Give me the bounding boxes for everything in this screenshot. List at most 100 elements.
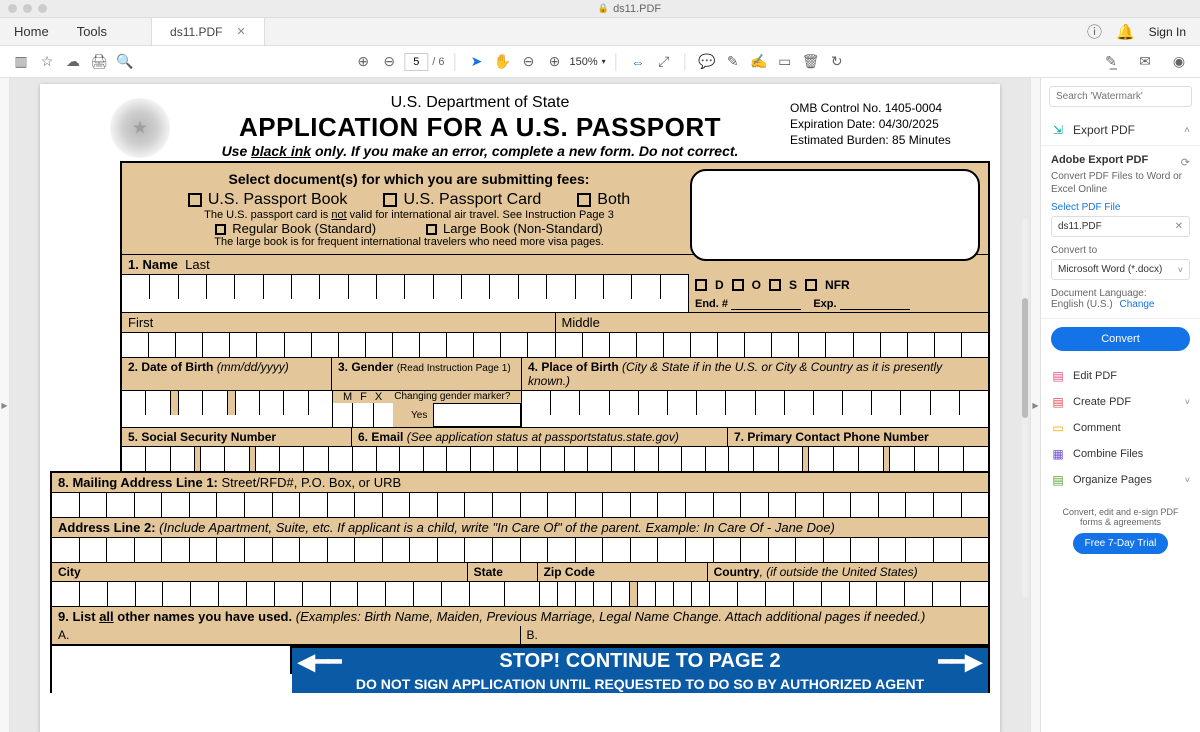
status-column: D O S NFR End. # Exp. bbox=[688, 274, 988, 312]
right-rail-collapse-icon[interactable]: ▶ bbox=[1032, 401, 1038, 410]
comment-tool[interactable]: ▭Comment bbox=[1041, 415, 1200, 441]
window-title: ds11.PDF bbox=[613, 3, 661, 15]
rotate-icon[interactable]: ↻ bbox=[826, 51, 848, 73]
address1-cells[interactable] bbox=[52, 492, 988, 517]
label-9b: B. bbox=[521, 626, 989, 644]
large-book-note: The large book is for frequent internati… bbox=[130, 236, 688, 248]
last-name-cells[interactable] bbox=[122, 274, 688, 299]
panel-footer: Convert, edit and e-sign PDF forms & agr… bbox=[1041, 497, 1200, 564]
address2-cells[interactable] bbox=[52, 537, 988, 562]
page-number-input[interactable] bbox=[404, 53, 428, 71]
tab-label: ds11.PDF bbox=[170, 25, 222, 39]
edit-pdf-tool[interactable]: ▤Edit PDF bbox=[1041, 363, 1200, 389]
notification-bell-icon[interactable]: 🔔 bbox=[1116, 23, 1135, 41]
both-checkbox[interactable]: Both bbox=[577, 191, 630, 209]
zoom-in-icon[interactable]: ⊕ bbox=[544, 51, 566, 73]
passport-book-checkbox[interactable]: U.S. Passport Book bbox=[188, 191, 348, 209]
sign-icon[interactable]: ✍ bbox=[748, 51, 770, 73]
menu-tools[interactable]: Tools bbox=[63, 18, 121, 45]
pointer-icon[interactable]: ➤ bbox=[466, 51, 488, 73]
hand-icon[interactable]: ✋ bbox=[492, 51, 514, 73]
change-language-link[interactable]: Change bbox=[1119, 299, 1154, 310]
sign-in-link[interactable]: Sign In bbox=[1149, 25, 1186, 39]
zip-cells[interactable] bbox=[539, 582, 709, 606]
profile-icon[interactable]: ◉ bbox=[1168, 51, 1190, 73]
country-cells[interactable] bbox=[709, 582, 988, 606]
maximize-window-dot[interactable] bbox=[38, 4, 47, 13]
field-3-gender: 3. Gender (Read Instruction Page 1) bbox=[332, 358, 522, 390]
delete-icon[interactable]: 🗑 bbox=[800, 51, 822, 73]
document-viewport[interactable]: U.S. Department of State APPLICATION FOR… bbox=[10, 78, 1030, 732]
chevron-up-icon: ˄ bbox=[1184, 125, 1190, 136]
state-dept-seal-icon bbox=[110, 98, 170, 158]
page-up-icon[interactable]: ⊕ bbox=[352, 51, 374, 73]
form-title: APPLICATION FOR A U.S. PASSPORT bbox=[170, 112, 790, 143]
document-tab[interactable]: ds11.PDF ✕ bbox=[151, 18, 265, 45]
sidebar-toggle-icon[interactable]: ▥ bbox=[10, 51, 32, 73]
field-9-other-names: 9. List all other names you have used. (… bbox=[52, 606, 988, 626]
chevron-down-icon: ˅ bbox=[1185, 475, 1190, 485]
search-icon[interactable]: 🔍 bbox=[114, 51, 136, 73]
tools-panel: ⇲ Export PDF ˄ Adobe Export PDF ⟳ Conver… bbox=[1040, 78, 1200, 732]
field-4-pob: 4. Place of Birth (City & State if in th… bbox=[522, 358, 988, 390]
combine-files-tool[interactable]: ▦Combine Files bbox=[1041, 441, 1200, 467]
dob-cells[interactable] bbox=[122, 391, 332, 427]
middle-name-cells[interactable] bbox=[555, 332, 989, 357]
esign-icon[interactable]: ✎̲ bbox=[1100, 51, 1122, 73]
page-down-icon[interactable]: ⊖ bbox=[378, 51, 400, 73]
label-city: City bbox=[52, 563, 468, 581]
fit-width-icon[interactable]: ⇔ bbox=[627, 51, 649, 73]
help-icon[interactable]: ⓘ bbox=[1087, 21, 1102, 42]
gender-options[interactable]: MFX Changing gender marker? bbox=[333, 391, 521, 403]
highlight-icon[interactable]: ✎ bbox=[722, 51, 744, 73]
convert-button[interactable]: Convert bbox=[1051, 327, 1190, 351]
clear-file-icon[interactable]: ✕ bbox=[1175, 221, 1183, 232]
select-pdf-link[interactable]: Select PDF File bbox=[1051, 202, 1190, 213]
menu-home[interactable]: Home bbox=[0, 18, 63, 45]
pob-cells[interactable] bbox=[522, 391, 988, 427]
email-cells[interactable] bbox=[352, 447, 728, 471]
convert-format-select[interactable]: Microsoft Word (*.docx) ˅ bbox=[1051, 259, 1190, 280]
field-2-dob: 2. Date of Birth (mm/dd/yyyy) bbox=[122, 358, 332, 390]
regular-book-checkbox[interactable]: Regular Book (Standard) bbox=[215, 221, 376, 236]
export-pdf-tool[interactable]: ⇲ Export PDF ˄ bbox=[1041, 115, 1200, 146]
fit-page-icon[interactable]: ⤢ bbox=[653, 51, 675, 73]
zoom-out-icon[interactable]: ⊖ bbox=[518, 51, 540, 73]
state-cells[interactable] bbox=[469, 582, 539, 606]
field-6-email: 6. Email (See application status at pass… bbox=[352, 428, 728, 446]
stop-banner: ◀━━ STOP! CONTINUE TO PAGE 2 ━━▶ bbox=[292, 646, 988, 675]
organize-pages-tool[interactable]: ▤Organize Pages˅ bbox=[1041, 467, 1200, 493]
card-note: The U.S. passport card is not valid for … bbox=[130, 209, 688, 221]
free-trial-button[interactable]: Free 7-Day Trial bbox=[1073, 533, 1169, 554]
ssn-cells[interactable] bbox=[122, 447, 352, 471]
selected-file-box[interactable]: ds11.PDF ✕ bbox=[1051, 216, 1190, 237]
phone-cells[interactable] bbox=[728, 447, 988, 471]
label-country: Country, (if outside the United States) bbox=[708, 563, 988, 581]
tools-search-input[interactable] bbox=[1049, 86, 1192, 107]
label-first: First bbox=[122, 313, 555, 332]
status-s-checkbox[interactable] bbox=[769, 279, 781, 291]
instruction-line: Use black ink only. If you make an error… bbox=[170, 143, 790, 159]
label-9a: A. bbox=[52, 626, 521, 644]
close-window-dot[interactable] bbox=[8, 4, 17, 13]
cloud-upload-icon[interactable]: ☁ bbox=[62, 51, 84, 73]
mail-icon[interactable]: ✉ bbox=[1134, 51, 1156, 73]
print-icon[interactable]: 🖨 bbox=[88, 51, 110, 73]
city-cells[interactable] bbox=[52, 582, 469, 606]
status-o-checkbox[interactable] bbox=[732, 279, 744, 291]
first-name-cells[interactable] bbox=[122, 332, 555, 357]
comment-icon[interactable]: 💬 bbox=[696, 51, 718, 73]
stamp-icon[interactable]: ▭ bbox=[774, 51, 796, 73]
create-pdf-tool[interactable]: ▤Create PDF˅ bbox=[1041, 389, 1200, 415]
status-d-checkbox[interactable] bbox=[695, 279, 707, 291]
minimize-window-dot[interactable] bbox=[23, 4, 32, 13]
refresh-icon[interactable]: ⟳ bbox=[1181, 156, 1190, 169]
vertical-scrollbar[interactable] bbox=[1022, 218, 1028, 598]
large-book-checkbox[interactable]: Large Book (Non-Standard) bbox=[426, 221, 603, 236]
zoom-dropdown-icon[interactable]: ▾ bbox=[602, 57, 606, 66]
passport-card-checkbox[interactable]: U.S. Passport Card bbox=[383, 191, 541, 209]
left-rail-expand-icon[interactable]: ▶ bbox=[1, 401, 7, 410]
tab-close-icon[interactable]: ✕ bbox=[237, 25, 246, 38]
star-icon[interactable]: ☆ bbox=[36, 51, 58, 73]
status-nfr-checkbox[interactable] bbox=[805, 279, 817, 291]
